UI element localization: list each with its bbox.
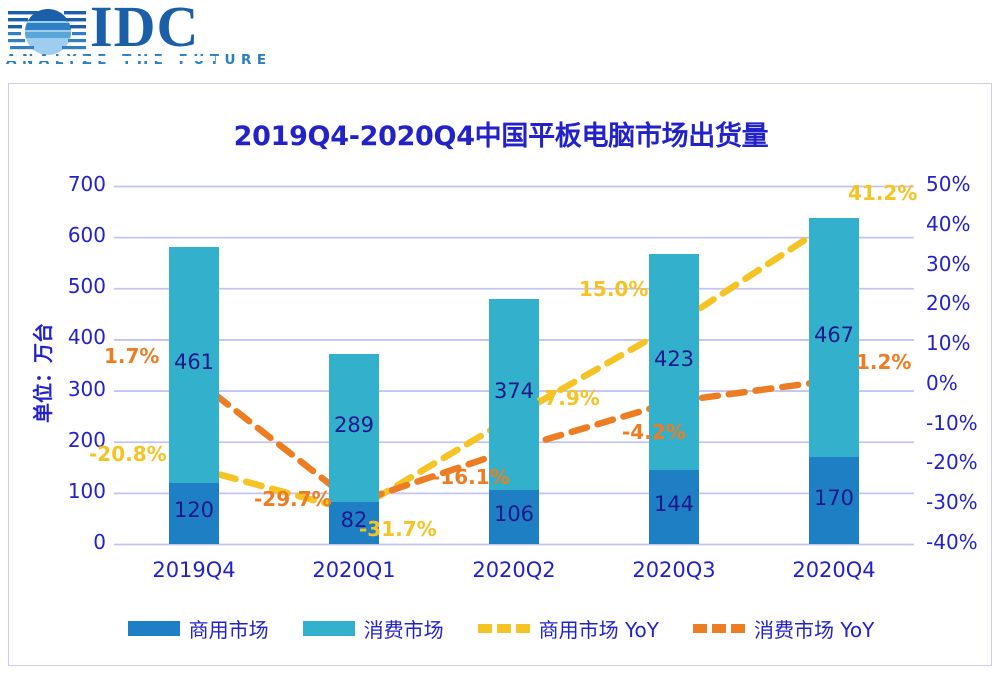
bar-label-consumer: 467 (813, 322, 855, 347)
bar-label-consumer: 461 (173, 349, 215, 374)
y-axis-right-tick: 50% (926, 172, 971, 196)
y-axis-left-tick: 400 (67, 325, 106, 350)
yoy-label-consumer: -16.1% (432, 464, 510, 489)
yoy-label-consumer: 1.2% (856, 350, 912, 375)
yoy-label-consumer: 1.7% (104, 344, 160, 369)
y-axis-right-tick: -10% (926, 410, 978, 435)
legend-label: 商用市场 YoY (538, 618, 659, 642)
idc-wordmark: IDC (90, 0, 200, 59)
legend-label: 商用市场 (188, 618, 269, 642)
legend-item[interactable]: 消费市场 (302, 614, 444, 643)
bar-label-consumer: 289 (333, 413, 375, 438)
y-axis-right-tick: 40% (926, 211, 971, 236)
x-axis-tick: 2020Q4 (792, 558, 876, 582)
y-axis-left-tick: 500 (67, 274, 106, 299)
yoy-label-commercial: -20.8% (89, 441, 167, 466)
y-axis-right-tick: -20% (926, 450, 978, 475)
idc-logo-mark (8, 4, 86, 58)
yoy-label-commercial: -7.9% (536, 386, 600, 411)
x-axis-tick: 2020Q3 (632, 558, 716, 582)
yoy-label-commercial: 15.0% (579, 277, 649, 302)
y-axis-right-tick: 10% (926, 331, 971, 356)
yoy-label-commercial: 41.2% (848, 181, 918, 205)
x-axis-tick: 2020Q1 (312, 558, 396, 582)
chart-legend: 商用市场 消费市场 商用市场 YoY 消费市场 YoY (9, 614, 993, 643)
tagline-decorative-stripe-2 (0, 64, 215, 68)
bar-label-commercial: 106 (493, 501, 535, 526)
y-axis-right-tick: 30% (926, 251, 971, 276)
y-axis-left-tick: 300 (67, 376, 106, 401)
bar-label-commercial: 144 (653, 492, 695, 517)
bar-label-commercial: 120 (173, 498, 215, 523)
legend-label: 消费市场 (363, 618, 444, 642)
y-axis-right-tick: -30% (926, 490, 978, 515)
x-axis-tick: 2019Q4 (152, 558, 236, 582)
y-axis-right-tick: 20% (926, 291, 971, 316)
legend-swatch (127, 621, 180, 636)
y-axis-left-tick: 600 (67, 223, 106, 248)
legend-swatch (302, 621, 355, 636)
legend-item[interactable]: 消费市场 YoY (693, 614, 874, 643)
x-axis-tick: 2020Q2 (472, 558, 556, 582)
legend-label: 消费市场 YoY (754, 618, 875, 642)
legend-item[interactable]: 商用市场 (127, 614, 269, 643)
bar-label-consumer: 374 (493, 379, 535, 404)
y-axis-right-tick: 0% (926, 370, 958, 395)
bar-label-consumer: 423 (653, 347, 695, 372)
y-axis-left-tick: 700 (67, 172, 106, 196)
yoy-label-commercial: -31.7% (359, 516, 437, 541)
bar-label-commercial: 170 (813, 485, 855, 510)
tagline-decorative-stripe-1 (0, 56, 215, 61)
y-axis-right-tick: -40% (926, 530, 978, 554)
yoy-label-consumer: -4.2% (622, 419, 686, 444)
chart-container: 2019Q4-2020Q4中国平板电脑市场出货量 单位：万台 0 100 200 30… (8, 83, 992, 666)
idc-logo-header: IDC ANALYZE THE FUTURE (0, 0, 1000, 83)
yoy-label-consumer: -29.7% (254, 487, 332, 512)
legend-item[interactable]: 商用市场 YoY (477, 614, 659, 643)
y-axis-left-tick: 0 (93, 530, 106, 554)
chart-title: 2019Q4-2020Q4中国平板电脑市场出货量 (233, 121, 769, 152)
legend-dash-icon (693, 621, 745, 636)
legend-dash-icon (477, 621, 530, 636)
y-axis-left-tick: 100 (67, 478, 106, 503)
